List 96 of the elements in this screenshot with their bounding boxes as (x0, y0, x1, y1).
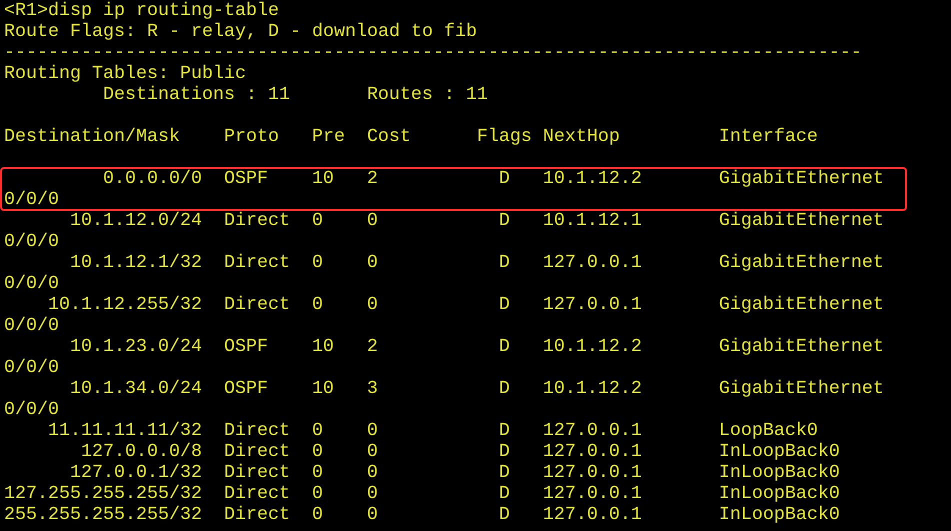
table-cell: D (498, 420, 510, 441)
column-header: Destination/Mask (4, 126, 180, 147)
routing-tables-text: Routing Tables: Public (4, 63, 246, 84)
routes-count: Routes : 11 (366, 84, 488, 105)
table-cell: D (498, 483, 510, 504)
table-cell: 0 (312, 294, 323, 315)
table-cell: 0 (366, 462, 378, 483)
table-cell: 0/0/0 (4, 231, 59, 252)
table-cell: 0 (312, 252, 323, 273)
table-cell: InLoopBack0 (718, 441, 840, 462)
table-cell: 127.0.0.1 (542, 252, 642, 273)
table-cell: D (498, 210, 510, 231)
table-cell: 2 (366, 168, 378, 189)
table-cell: 10.1.12.1 (542, 210, 642, 231)
table-cell: GigabitEthernet (718, 168, 884, 189)
table-cell: Direct (224, 210, 290, 231)
table-cell: 10.1.12.255/32 (48, 294, 202, 315)
table-cell: D (498, 462, 510, 483)
table-cell: 127.255.255.255/32 (4, 483, 202, 504)
table-cell: 0/0/0 (4, 315, 59, 336)
destinations-count: Destinations : 11 (102, 84, 291, 105)
table-cell: LoopBack0 (718, 420, 818, 441)
table-cell: 2 (366, 336, 378, 357)
table-cell: D (498, 336, 510, 357)
table-cell: D (498, 378, 510, 399)
table-cell: InLoopBack0 (718, 462, 840, 483)
table-cell: 0 (366, 294, 378, 315)
table-cell: 127.0.0.1 (542, 294, 642, 315)
table-cell: 10 (312, 378, 334, 399)
table-cell: OSPF (224, 336, 268, 357)
table-cell: D (498, 252, 510, 273)
table-cell: D (498, 441, 510, 462)
table-cell: Direct (224, 252, 290, 273)
table-cell: GigabitEthernet (718, 210, 884, 231)
table-cell: Direct (224, 420, 290, 441)
table-cell: 0.0.0.0/0 (102, 168, 202, 189)
table-cell: 10.1.12.1/32 (70, 252, 202, 273)
table-cell: D (498, 168, 510, 189)
table-cell: 0 (312, 210, 323, 231)
column-header: Cost (366, 126, 411, 147)
table-cell: 0 (312, 504, 323, 525)
table-cell: Direct (224, 294, 290, 315)
table-cell: 127.0.0.1/32 (70, 462, 202, 483)
table-cell: 0 (312, 420, 323, 441)
table-cell: 0 (366, 420, 378, 441)
table-cell: OSPF (224, 168, 268, 189)
table-cell: 10.1.12.0/24 (70, 210, 202, 231)
table-cell: 127.0.0.1 (542, 504, 642, 525)
table-cell: 0/0/0 (4, 357, 59, 378)
table-cell: OSPF (224, 378, 268, 399)
table-cell: 0 (366, 441, 378, 462)
column-header: NextHop (542, 126, 620, 147)
table-cell: 0/0/0 (4, 273, 59, 294)
table-cell: 0 (366, 483, 378, 504)
table-cell: 127.0.0.1 (542, 441, 642, 462)
table-cell: GigabitEthernet (718, 336, 884, 357)
table-cell: 10.1.12.2 (542, 378, 642, 399)
table-cell: 0 (312, 441, 323, 462)
table-cell: 255.255.255.255/32 (4, 504, 202, 525)
table-cell: Direct (224, 441, 290, 462)
table-cell: 0/0/0 (4, 399, 59, 420)
table-cell: 0 (366, 252, 378, 273)
table-cell: 127.0.0.0/8 (80, 441, 202, 462)
table-cell: InLoopBack0 (718, 483, 840, 504)
command-line: <R1>disp ip routing-table (4, 0, 279, 21)
table-cell: 10.1.23.0/24 (70, 336, 202, 357)
separator-line: ------------------------------------------------------------------------------ (4, 42, 862, 63)
table-cell: InLoopBack0 (718, 504, 840, 525)
table-cell: 10.1.12.2 (542, 336, 642, 357)
table-cell: 10.1.12.2 (542, 168, 642, 189)
table-cell: 10 (312, 168, 334, 189)
route-flags-text: Route Flags: R - relay, D - download to fib (4, 21, 477, 42)
table-cell: GigabitEthernet (718, 294, 884, 315)
table-cell: 0 (366, 210, 378, 231)
table-cell: Direct (224, 462, 290, 483)
table-cell: 3 (366, 378, 378, 399)
table-cell: 0 (366, 504, 378, 525)
table-cell: Direct (224, 483, 290, 504)
table-cell: 127.0.0.1 (542, 462, 642, 483)
table-cell: 10 (312, 336, 334, 357)
table-cell: GigabitEthernet (718, 378, 884, 399)
column-header: Interface (718, 126, 818, 147)
table-cell: D (498, 294, 510, 315)
table-cell: 11.11.11.11/32 (48, 420, 202, 441)
table-cell: 0 (312, 483, 323, 504)
table-cell: 127.0.0.1 (542, 483, 642, 504)
table-cell: D (498, 504, 510, 525)
table-cell: 10.1.34.0/24 (70, 378, 202, 399)
column-header: Flags (476, 126, 532, 147)
column-header: Pre (312, 126, 345, 147)
table-cell: 0/0/0 (4, 189, 59, 210)
table-cell: 127.0.0.1 (542, 420, 642, 441)
table-cell: GigabitEthernet (718, 252, 884, 273)
column-header: Proto (224, 126, 279, 147)
table-cell: Direct (224, 504, 290, 525)
table-cell: 0 (312, 462, 323, 483)
